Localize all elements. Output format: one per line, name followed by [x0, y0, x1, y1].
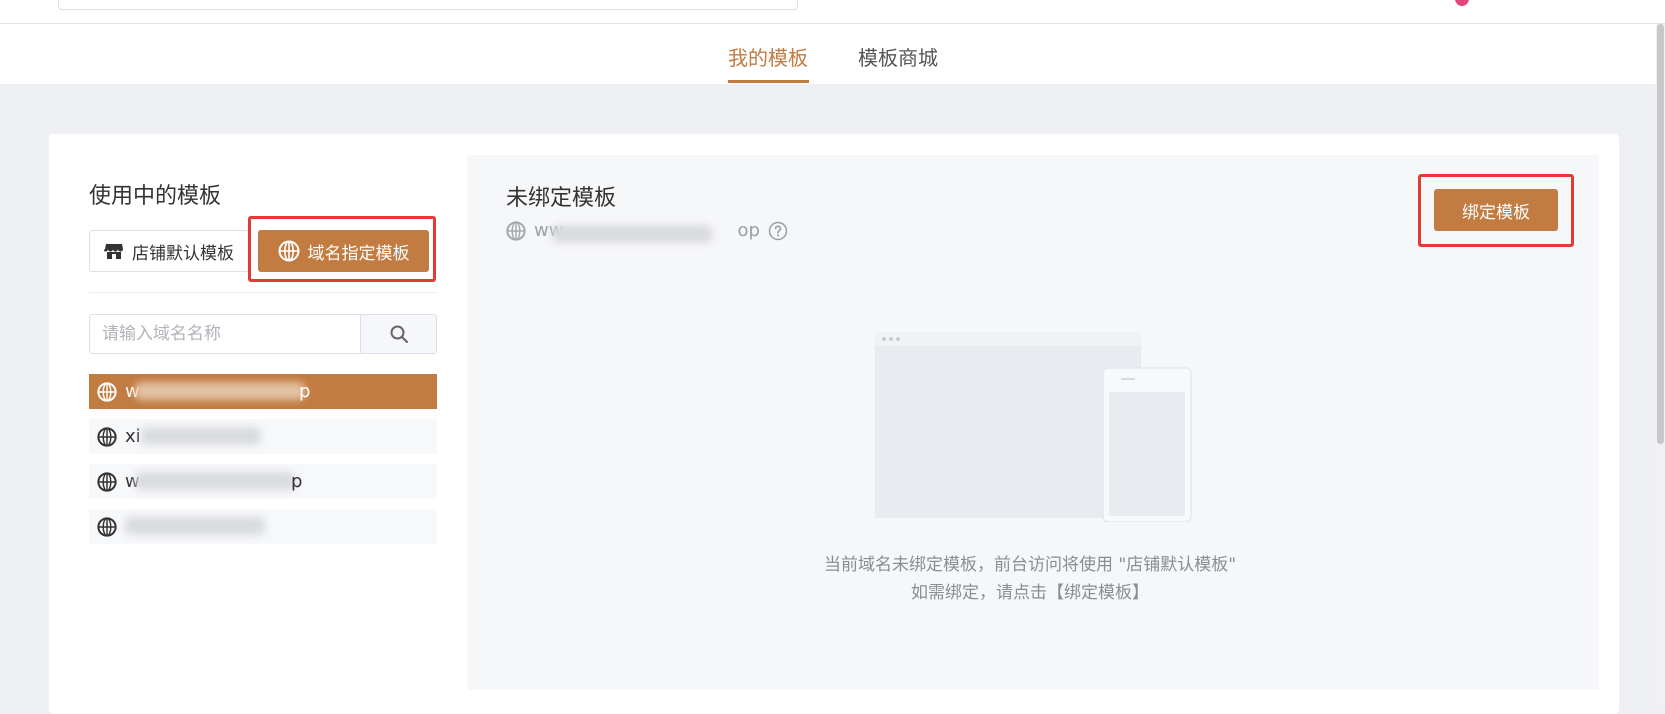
tab-my-templates[interactable]: 我的模板: [728, 42, 808, 71]
top-bar: [0, 0, 1665, 24]
page-scrollbar[interactable]: [1656, 24, 1665, 708]
tab-bar: 我的模板 模板商城: [0, 24, 1665, 84]
redacted-text: [135, 472, 295, 490]
active-tab-indicator: [728, 80, 809, 83]
domain-list-item[interactable]: [89, 509, 437, 544]
question-circle-icon[interactable]: [768, 221, 788, 241]
domain-list-item[interactable]: w p: [89, 374, 437, 409]
current-domain-suffix: op: [737, 220, 760, 241]
highlight-box-bind-button: [1418, 174, 1574, 247]
empty-state-illustration: [875, 332, 1192, 522]
search-icon: [390, 325, 408, 343]
domain-list-item[interactable]: w p: [89, 464, 437, 499]
globe-icon: [97, 516, 117, 537]
domain-label: xi: [125, 426, 141, 447]
empty-state-line-2: 如需绑定，请点击【绑定模板】: [911, 583, 1149, 603]
tab-template-store[interactable]: 模板商城: [858, 42, 938, 71]
globe-icon: [506, 220, 526, 241]
in-use-templates-title: 使用中的模板: [89, 184, 222, 209]
redacted-text: [141, 427, 261, 445]
notification-badge[interactable]: [1455, 0, 1469, 6]
scrollbar-thumb[interactable]: [1657, 24, 1664, 444]
redacted-text: [125, 517, 265, 535]
store-default-template-label: 店铺默认模板: [132, 243, 234, 264]
globe-icon: [97, 381, 117, 402]
store-default-template-button[interactable]: 店铺默认模板: [89, 230, 249, 272]
globe-icon: [97, 471, 117, 492]
domain-label-tail: p: [299, 381, 311, 402]
redacted-text: [135, 382, 305, 400]
empty-state-message: 当前域名未绑定模板，前台访问将使用 "店铺默认模板" 如需绑定，请点击【绑定模板…: [700, 551, 1360, 607]
store-icon: [104, 244, 123, 259]
search-button[interactable]: [360, 314, 437, 354]
empty-state-line-1: 当前域名未绑定模板，前台访问将使用 "店铺默认模板": [823, 555, 1237, 575]
highlight-box-domain-button: [248, 216, 436, 282]
domain-search-input[interactable]: [89, 314, 361, 354]
domain-label-tail: p: [291, 471, 303, 492]
global-search-input[interactable]: [58, 0, 798, 10]
domain-list: w p xi w p: [89, 374, 437, 554]
globe-icon: [97, 426, 117, 447]
domain-list-item[interactable]: xi: [89, 419, 437, 454]
left-divider: [89, 292, 437, 293]
unbound-template-title: 未绑定模板: [506, 186, 617, 211]
redacted-text: [552, 225, 712, 243]
